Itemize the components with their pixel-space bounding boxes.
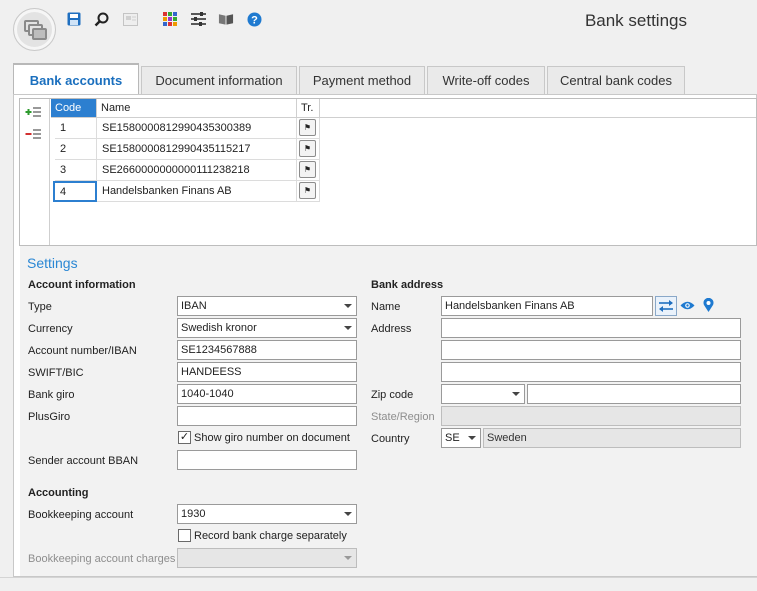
location-pin-icon[interactable] [703,297,714,315]
tab-payment-method[interactable]: Payment method [299,66,425,94]
filter-settings-icon[interactable] [190,11,206,27]
bank-name-label: Name [371,301,401,313]
record-charge-label[interactable]: Record bank charge separately [194,530,347,542]
account-information-title: Account information [28,279,136,291]
country-name-field: Sweden [483,428,741,448]
bookkeeping-value: 1930 [181,508,206,520]
address-line-1-field[interactable] [441,318,741,338]
cell-name[interactable]: Handelsbanken Finans AB [97,181,297,202]
charges-select [177,548,357,568]
tab-central-bank-codes[interactable]: Central bank codes [547,66,685,94]
state-field [441,406,741,426]
save-icon[interactable] [66,11,82,27]
bookkeeping-label: Bookkeeping account [28,509,134,521]
checkmark-icon: ✓ [179,431,190,443]
plusgiro-field[interactable] [177,406,357,426]
svg-text:?: ? [251,14,258,26]
country-label: Country [371,433,410,445]
swift-label: SWIFT/BIC [28,367,84,379]
translate-icon[interactable]: ⚑ [299,119,316,136]
translate-icon[interactable]: ⚑ [299,140,316,157]
chevron-down-icon [344,512,352,516]
plusgiro-label: PlusGiro [28,411,71,423]
add-row-icon[interactable] [25,106,42,121]
type-label: Type [28,301,52,313]
cell-name[interactable]: SE2660000000000111238218 [97,160,297,181]
record-charge-checkbox[interactable] [178,529,191,542]
cell-code[interactable]: 1 [55,118,97,139]
settings-title: Settings [27,255,78,271]
translate-icon[interactable]: ⚑ [299,182,316,199]
column-header-name[interactable]: Name [97,99,297,118]
bank-name-field[interactable]: Handelsbanken Finans AB [441,296,653,316]
chevron-down-icon [468,436,476,440]
swap-icon[interactable] [655,296,677,316]
help-icon[interactable]: ? [246,11,262,27]
cell-tr: ⚑ [297,160,320,181]
chevron-down-icon [344,556,352,560]
translate-icon[interactable]: ⚑ [299,161,316,178]
country-code-value: SE [445,432,460,444]
address-line-2-field[interactable] [441,340,741,360]
type-select[interactable]: IBAN [177,296,357,316]
sender-bban-label: Sender account BBAN [28,455,139,467]
charges-label: Bookkeeping account charges [28,553,176,565]
bankgiro-field[interactable]: 1040-1040 [177,384,357,404]
book-icon[interactable] [218,11,234,27]
app-logo-icon[interactable] [13,8,56,51]
zip-label: Zip code [371,389,414,401]
chevron-down-icon [344,326,352,330]
chevron-down-icon [512,392,520,396]
sender-bban-field[interactable] [177,450,357,470]
tab-bank-accounts[interactable]: Bank accounts [13,63,139,95]
cell-code[interactable]: 3 [55,160,97,181]
cell-name[interactable]: SE1580000812990435115217 [97,139,297,160]
account-number-label: Account number/IBAN [28,345,137,357]
column-header-code[interactable]: Code [51,99,97,118]
cell-tr: ⚑ [297,118,320,139]
cell-tr: ⚑ [297,139,320,160]
state-label: State/Region [371,411,435,423]
currency-select[interactable]: Swedish kronor [177,318,357,338]
currency-label: Currency [28,323,73,335]
accounting-title: Accounting [28,487,89,499]
tab-write-off-codes[interactable]: Write-off codes [427,66,545,94]
show-giro-label[interactable]: Show giro number on document [194,432,350,444]
cell-name[interactable]: SE1580000812990435300389 [97,118,297,139]
address-label: Address [371,323,412,335]
bankgiro-label: Bank giro [28,389,75,401]
city-field[interactable] [527,384,741,404]
chevron-down-icon [344,304,352,308]
column-header-tr[interactable]: Tr. [297,99,320,118]
zip-select[interactable] [441,384,525,404]
status-bar [0,577,757,591]
grid-colors-icon[interactable] [162,11,178,27]
swift-field[interactable]: HANDEESS [177,362,357,382]
card-icon [122,11,138,27]
address-line-3-field[interactable] [441,362,741,382]
account-number-field[interactable]: SE1234567888 [177,340,357,360]
tab-document-information[interactable]: Document information [141,66,297,94]
column-header-filler [320,99,756,118]
bookkeeping-select[interactable]: 1930 [177,504,357,524]
country-code-select[interactable]: SE [441,428,481,448]
bank-address-title: Bank address [371,279,444,291]
remove-row-icon[interactable] [25,128,42,143]
eye-icon[interactable] [680,300,695,314]
cell-code[interactable]: 2 [55,139,97,160]
show-giro-checkbox[interactable]: ✓ [178,431,191,444]
cell-tr: ⚑ [297,181,320,202]
currency-value: Swedish kronor [181,322,257,334]
search-icon[interactable] [93,11,109,27]
cell-code-editing[interactable]: 4 [53,181,97,202]
type-value: IBAN [181,300,207,312]
page-title: Bank settings [584,11,687,30]
